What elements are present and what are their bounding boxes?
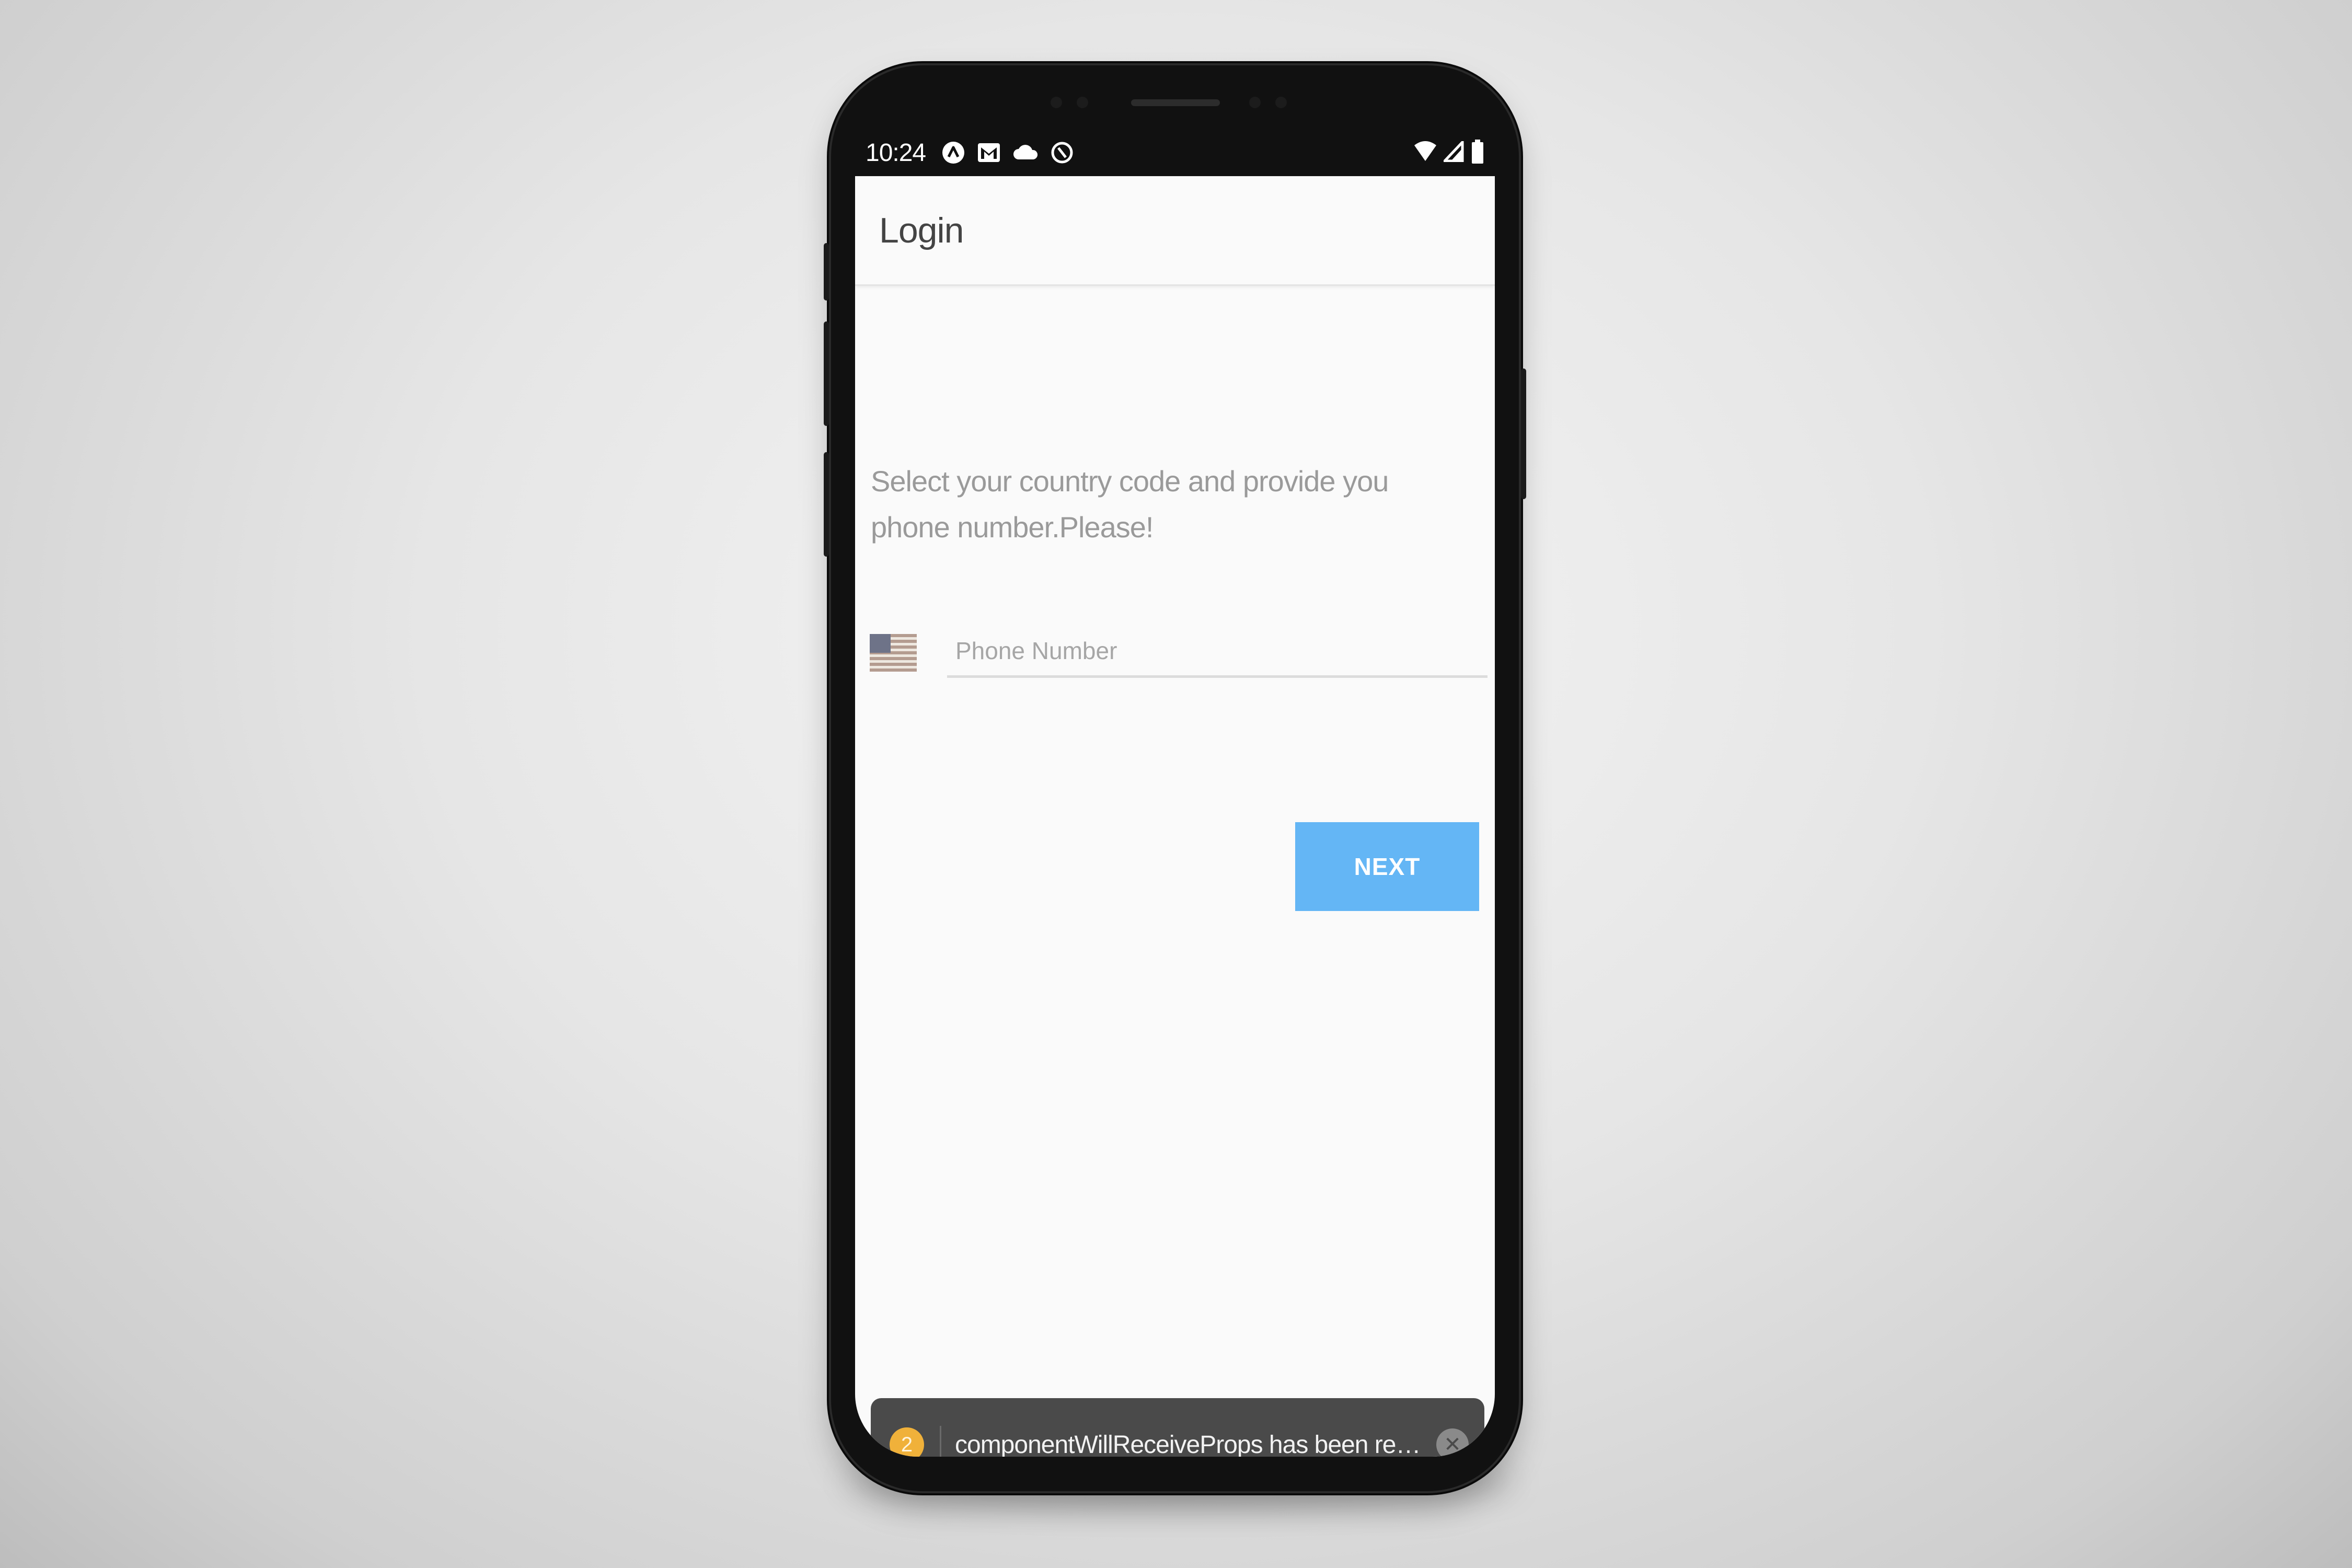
- wifi-icon: [1413, 141, 1437, 165]
- ambient-sensor: [1275, 97, 1287, 108]
- status-right-group: [1413, 139, 1484, 166]
- signal-icon: [1442, 139, 1465, 165]
- battery-icon: [1471, 139, 1484, 166]
- warning-toast[interactable]: 2 componentWillReceiveProps has been ren…: [871, 1398, 1484, 1457]
- earpiece-speaker: [1131, 99, 1220, 106]
- next-button[interactable]: NEXT: [1295, 822, 1479, 911]
- status-time: 10:24: [866, 139, 926, 167]
- warning-count-badge: 2: [890, 1427, 924, 1457]
- cloud-icon: [1012, 144, 1039, 162]
- iris-sensor: [1249, 97, 1261, 108]
- toast-divider: [940, 1426, 941, 1457]
- app-screen: Login Select your country code and provi…: [855, 176, 1495, 1457]
- phone-device: 10:24 Login Select your country code and…: [824, 65, 1526, 1491]
- phone-number-input[interactable]: [947, 626, 1488, 678]
- power-button: [1521, 368, 1526, 499]
- status-bar: 10:24: [858, 128, 1492, 177]
- volume-down-button: [824, 321, 829, 426]
- sync-icon: [1050, 141, 1074, 165]
- react-icon: [941, 141, 965, 165]
- proximity-sensor: [1077, 97, 1088, 108]
- close-icon[interactable]: ✕: [1436, 1428, 1469, 1457]
- bixby-button: [824, 452, 829, 557]
- page-title: Login: [879, 210, 964, 250]
- toast-message: componentWillReceiveProps has been renam…: [955, 1431, 1424, 1457]
- front-camera: [1051, 97, 1062, 108]
- gmail-icon: [977, 141, 1001, 164]
- login-instructions: Select your country code and provide you…: [871, 465, 1389, 544]
- volume-up-button: [824, 243, 829, 301]
- us-flag-icon[interactable]: [870, 634, 917, 672]
- app-bar: Login: [855, 176, 1495, 286]
